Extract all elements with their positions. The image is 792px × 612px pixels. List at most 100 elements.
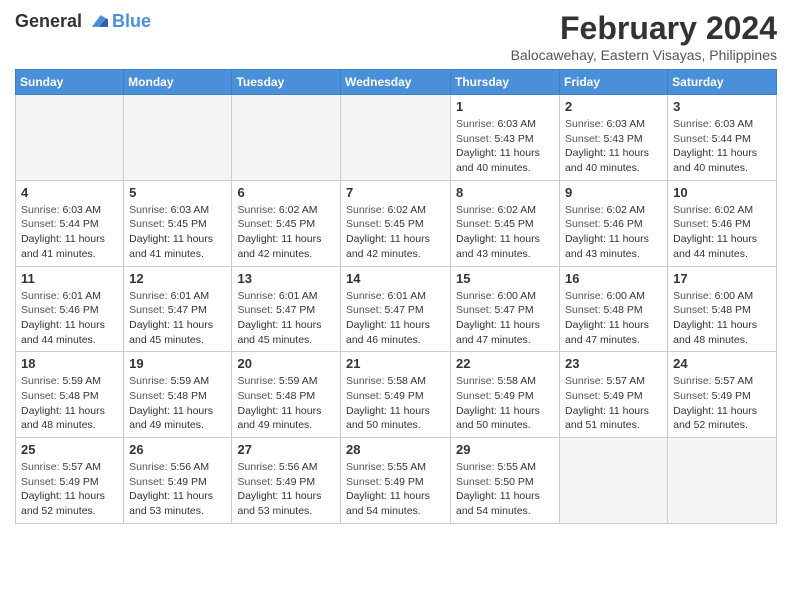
title-area: February 2024 Balocawehay, Eastern Visay… (511, 10, 777, 63)
day-number: 1 (456, 99, 554, 114)
day-number: 2 (565, 99, 662, 114)
calendar-cell: 5 Sunrise: 6:03 AMSunset: 5:45 PMDaylight… (124, 180, 232, 266)
day-info: Sunrise: 6:02 AMSunset: 5:46 PMDaylight:… (565, 203, 662, 262)
day-number: 17 (673, 271, 771, 286)
calendar-cell (232, 95, 341, 181)
calendar-cell: 22 Sunrise: 5:58 AMSunset: 5:49 PMDayligh… (451, 352, 560, 438)
logo: General Blue (15, 10, 151, 32)
day-info: Sunrise: 5:57 AMSunset: 5:49 PMDaylight:… (673, 374, 771, 433)
calendar-cell: 12 Sunrise: 6:01 AMSunset: 5:47 PMDayligh… (124, 266, 232, 352)
day-number: 8 (456, 185, 554, 200)
month-title: February 2024 (511, 10, 777, 47)
day-number: 15 (456, 271, 554, 286)
day-info: Sunrise: 6:02 AMSunset: 5:45 PMDaylight:… (456, 203, 554, 262)
calendar-cell: 23Sunrise: 5:57 AMSunset: 5:49 PMDayligh… (560, 352, 668, 438)
calendar-week-4: 18 Sunrise: 5:59 AMSunset: 5:48 PMDayligh… (16, 352, 777, 438)
day-number: 19 (129, 356, 226, 371)
day-number: 10 (673, 185, 771, 200)
day-number: 24 (673, 356, 771, 371)
day-number: 9 (565, 185, 662, 200)
column-header-tuesday: Tuesday (232, 70, 341, 95)
day-info: Sunrise: 6:01 AMSunset: 5:47 PMDaylight:… (346, 289, 445, 348)
calendar-cell: 4 Sunrise: 6:03 AMSunset: 5:44 PMDaylight… (16, 180, 124, 266)
calendar-cell: 19Sunrise: 5:59 AMSunset: 5:48 PMDayligh… (124, 352, 232, 438)
day-info: Sunrise: 6:01 AMSunset: 5:47 PMDaylight:… (237, 289, 335, 348)
day-info: Sunrise: 6:02 AMSunset: 5:45 PMDaylight:… (346, 203, 445, 262)
calendar-cell: 1Sunrise: 6:03 AMSunset: 5:43 PMDaylight… (451, 95, 560, 181)
calendar-table: SundayMondayTuesdayWednesdayThursdayFrid… (15, 69, 777, 524)
calendar-cell: 17 Sunrise: 6:00 AMSunset: 5:48 PMDayligh… (668, 266, 777, 352)
calendar-cell: 21Sunrise: 5:58 AMSunset: 5:49 PMDayligh… (341, 352, 451, 438)
calendar-cell: 16 Sunrise: 6:00 AMSunset: 5:48 PMDayligh… (560, 266, 668, 352)
calendar-cell: 7Sunrise: 6:02 AMSunset: 5:45 PMDaylight… (341, 180, 451, 266)
day-info: Sunrise: 6:02 AMSunset: 5:45 PMDaylight:… (237, 203, 335, 262)
day-number: 18 (21, 356, 118, 371)
day-info: Sunrise: 6:02 AMSunset: 5:46 PMDaylight:… (673, 203, 771, 262)
day-info: Sunrise: 6:03 AMSunset: 5:45 PMDaylight:… (129, 203, 226, 262)
day-info: Sunrise: 5:58 AMSunset: 5:49 PMDaylight:… (456, 374, 554, 433)
calendar-cell (16, 95, 124, 181)
day-number: 4 (21, 185, 118, 200)
day-number: 28 (346, 442, 445, 457)
calendar-header-row: SundayMondayTuesdayWednesdayThursdayFrid… (16, 70, 777, 95)
calendar-cell: 6 Sunrise: 6:02 AMSunset: 5:45 PMDaylight… (232, 180, 341, 266)
column-header-monday: Monday (124, 70, 232, 95)
day-number: 16 (565, 271, 662, 286)
day-info: Sunrise: 5:57 AMSunset: 5:49 PMDaylight:… (21, 460, 118, 519)
day-number: 6 (237, 185, 335, 200)
day-number: 13 (237, 271, 335, 286)
calendar-cell (124, 95, 232, 181)
column-header-saturday: Saturday (668, 70, 777, 95)
calendar-cell: 26 Sunrise: 5:56 AMSunset: 5:49 PMDayligh… (124, 438, 232, 524)
day-number: 23 (565, 356, 662, 371)
day-info: Sunrise: 5:56 AMSunset: 5:49 PMDaylight:… (129, 460, 226, 519)
day-number: 21 (346, 356, 445, 371)
day-number: 5 (129, 185, 226, 200)
day-number: 25 (21, 442, 118, 457)
day-info: Sunrise: 6:03 AMSunset: 5:43 PMDaylight:… (565, 117, 662, 176)
column-header-sunday: Sunday (16, 70, 124, 95)
calendar-cell: 3 Sunrise: 6:03 AMSunset: 5:44 PMDaylight… (668, 95, 777, 181)
column-header-thursday: Thursday (451, 70, 560, 95)
calendar-cell: 9 Sunrise: 6:02 AMSunset: 5:46 PMDaylight… (560, 180, 668, 266)
day-number: 20 (237, 356, 335, 371)
logo-general: General (15, 11, 82, 32)
column-header-friday: Friday (560, 70, 668, 95)
calendar-cell: 25 Sunrise: 5:57 AMSunset: 5:49 PMDayligh… (16, 438, 124, 524)
day-number: 26 (129, 442, 226, 457)
calendar-cell (341, 95, 451, 181)
calendar-cell (560, 438, 668, 524)
location-title: Balocawehay, Eastern Visayas, Philippine… (511, 47, 777, 63)
calendar-cell: 15 Sunrise: 6:00 AMSunset: 5:47 PMDayligh… (451, 266, 560, 352)
day-info: Sunrise: 6:03 AMSunset: 5:44 PMDaylight:… (21, 203, 118, 262)
day-number: 3 (673, 99, 771, 114)
day-number: 27 (237, 442, 335, 457)
day-info: Sunrise: 5:59 AMSunset: 5:48 PMDaylight:… (21, 374, 118, 433)
calendar-cell: 8 Sunrise: 6:02 AMSunset: 5:45 PMDaylight… (451, 180, 560, 266)
calendar-cell: 27 Sunrise: 5:56 AMSunset: 5:49 PMDayligh… (232, 438, 341, 524)
calendar-week-5: 25 Sunrise: 5:57 AMSunset: 5:49 PMDayligh… (16, 438, 777, 524)
day-info: Sunrise: 6:03 AMSunset: 5:44 PMDaylight:… (673, 117, 771, 176)
day-number: 22 (456, 356, 554, 371)
day-info: Sunrise: 5:55 AMSunset: 5:49 PMDaylight:… (346, 460, 445, 519)
calendar-week-1: 1 Sunrise: 6:03 AMSunset: 5:43 PMDaylight… (16, 95, 777, 181)
day-info: Sunrise: 6:01 AMSunset: 5:47 PMDaylight:… (129, 289, 226, 348)
calendar-cell (668, 438, 777, 524)
day-number: 11 (21, 271, 118, 286)
day-info: Sunrise: 5:56 AMSunset: 5:49 PMDaylight:… (237, 460, 335, 519)
calendar-week-2: 4 Sunrise: 6:03 AMSunset: 5:44 PMDaylight… (16, 180, 777, 266)
day-info: Sunrise: 6:00 AMSunset: 5:47 PMDaylight:… (456, 289, 554, 348)
logo-blue: Blue (112, 11, 151, 32)
day-number: 12 (129, 271, 226, 286)
calendar-cell: 24 Sunrise: 5:57 AMSunset: 5:49 PMDayligh… (668, 352, 777, 438)
day-info: Sunrise: 6:00 AMSunset: 5:48 PMDaylight:… (565, 289, 662, 348)
column-header-wednesday: Wednesday (341, 70, 451, 95)
calendar-cell: 10 Sunrise: 6:02 AMSunset: 5:46 PMDayligh… (668, 180, 777, 266)
calendar-cell: 2 Sunrise: 6:03 AMSunset: 5:43 PMDaylight… (560, 95, 668, 181)
page-header: General Blue February 2024 Balocawehay, … (15, 10, 777, 63)
calendar-week-3: 11Sunrise: 6:01 AMSunset: 5:46 PMDayligh… (16, 266, 777, 352)
calendar-cell: 20Sunrise: 5:59 AMSunset: 5:48 PMDayligh… (232, 352, 341, 438)
day-info: Sunrise: 6:00 AMSunset: 5:48 PMDaylight:… (673, 289, 771, 348)
calendar-cell: 28 Sunrise: 5:55 AMSunset: 5:49 PMDayligh… (341, 438, 451, 524)
calendar-cell: 29Sunrise: 5:55 AMSunset: 5:50 PMDayligh… (451, 438, 560, 524)
